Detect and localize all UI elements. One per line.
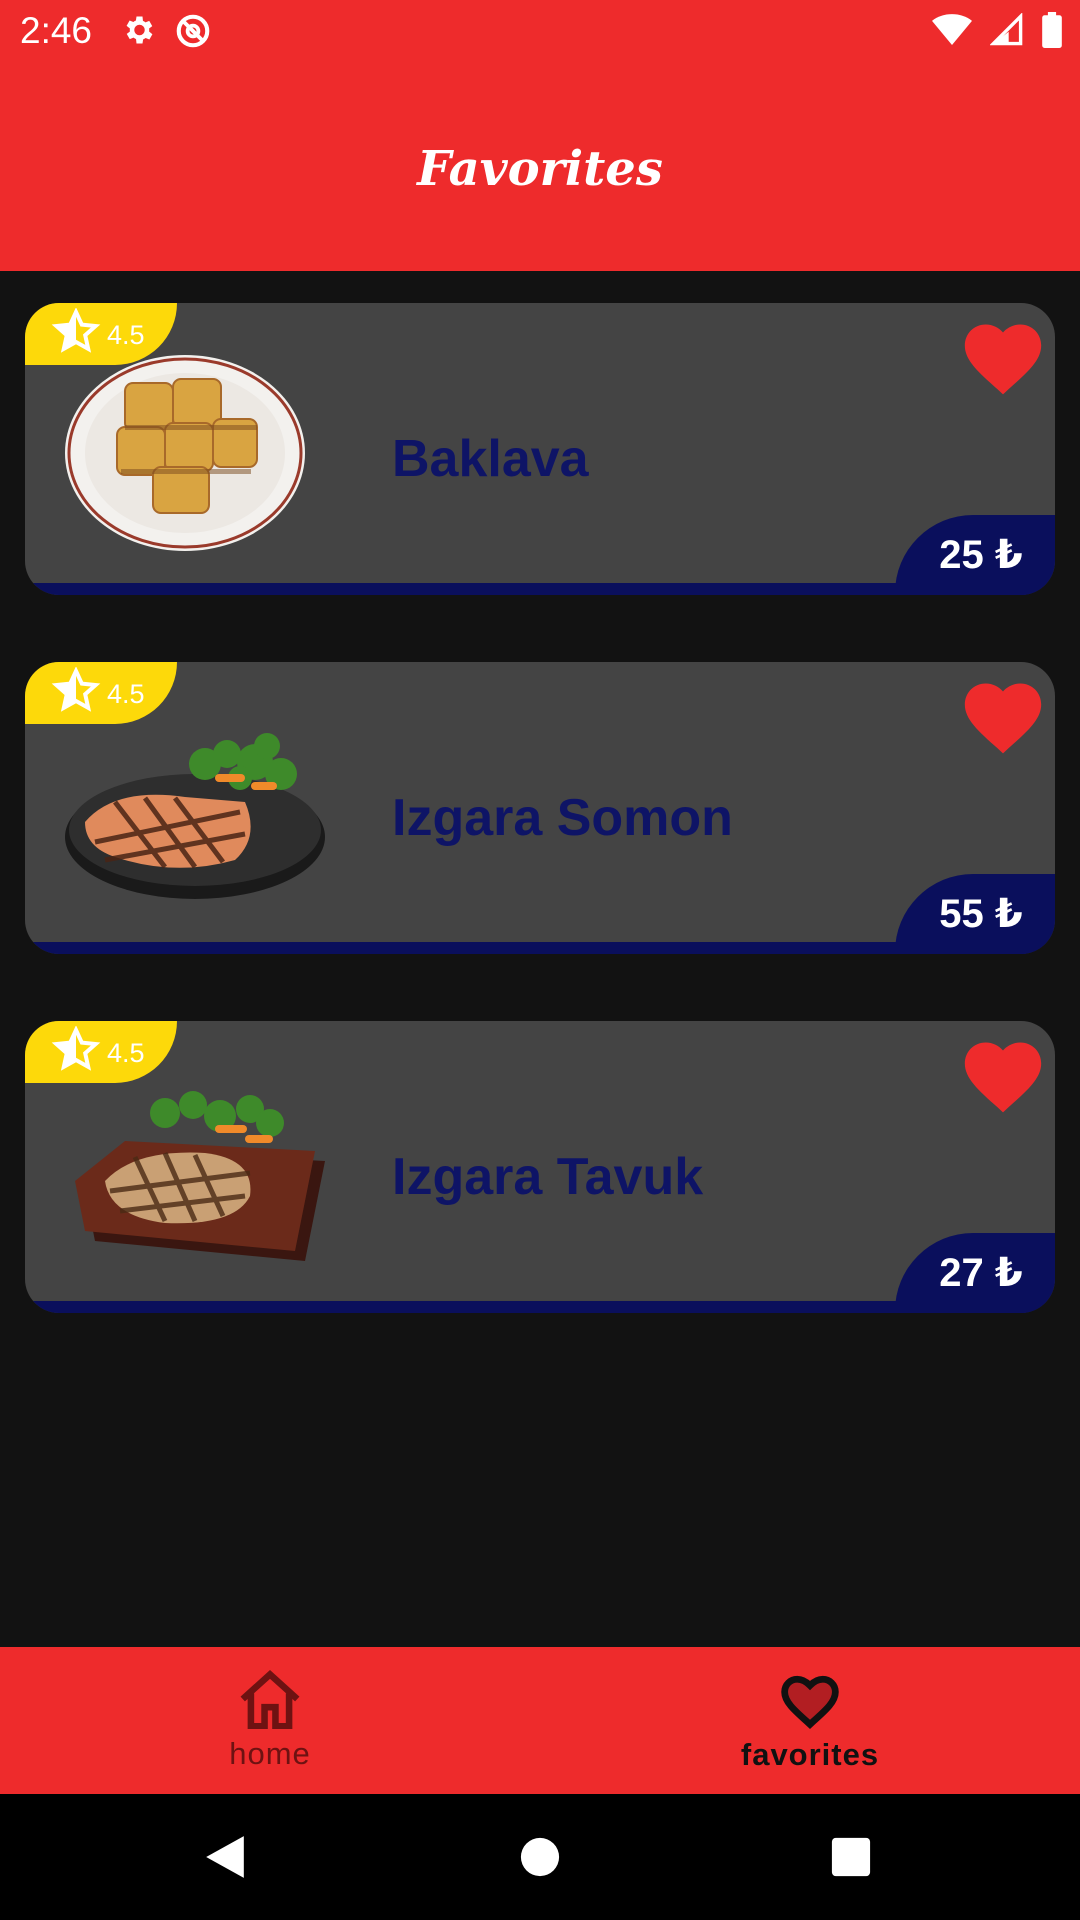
food-name: Izgara Somon — [392, 789, 733, 847]
nav-label-favorites: favorites — [740, 1737, 880, 1772]
at-sign-icon — [174, 12, 212, 55]
system-navigation-bar — [0, 1794, 1080, 1920]
card-underline — [25, 942, 1055, 954]
recents-square-icon[interactable] — [830, 1834, 872, 1885]
heart-outline-icon — [775, 1668, 845, 1735]
favorite-card[interactable]: 4.5 — [25, 662, 1055, 954]
favorite-heart-button[interactable] — [957, 313, 1049, 397]
grilled-salmon-plate-image — [55, 702, 325, 922]
cell-signal-icon — [989, 12, 1024, 52]
nav-item-home[interactable]: home — [0, 1647, 540, 1794]
heart-filled-icon — [964, 683, 1042, 754]
status-bar: 2:46 — [0, 0, 1080, 63]
grilled-chicken-board-image — [55, 1061, 325, 1281]
favorite-heart-button[interactable] — [957, 1031, 1049, 1115]
favorite-card[interactable]: 4.5 Baklava 25 ₺ — [25, 303, 1055, 595]
nav-label-home: home — [229, 1736, 311, 1771]
status-left-icons — [120, 12, 212, 55]
status-right-icons — [932, 12, 1062, 53]
home-icon — [236, 1669, 304, 1734]
page-title: Favorites — [417, 141, 663, 197]
favorite-card[interactable]: 4.5 — [25, 1021, 1055, 1313]
app-bar: Favorites — [0, 63, 1080, 271]
baklava-plate-image — [55, 343, 325, 563]
gear-icon — [120, 12, 156, 55]
wifi-icon — [932, 13, 972, 52]
home-circle-icon[interactable] — [519, 1834, 561, 1885]
favorite-heart-button[interactable] — [957, 672, 1049, 756]
heart-filled-icon — [964, 1042, 1042, 1113]
battery-icon — [1042, 12, 1062, 53]
food-name: Baklava — [392, 430, 589, 488]
heart-filled-icon — [964, 324, 1042, 395]
back-icon[interactable] — [204, 1834, 246, 1885]
food-name: Izgara Tavuk — [392, 1148, 704, 1206]
status-time: 2:46 — [20, 10, 93, 51]
card-underline — [25, 1301, 1055, 1313]
nav-item-favorites[interactable]: favorites — [540, 1647, 1080, 1794]
card-underline — [25, 583, 1055, 595]
bottom-navigation: home favorites — [0, 1647, 1080, 1794]
